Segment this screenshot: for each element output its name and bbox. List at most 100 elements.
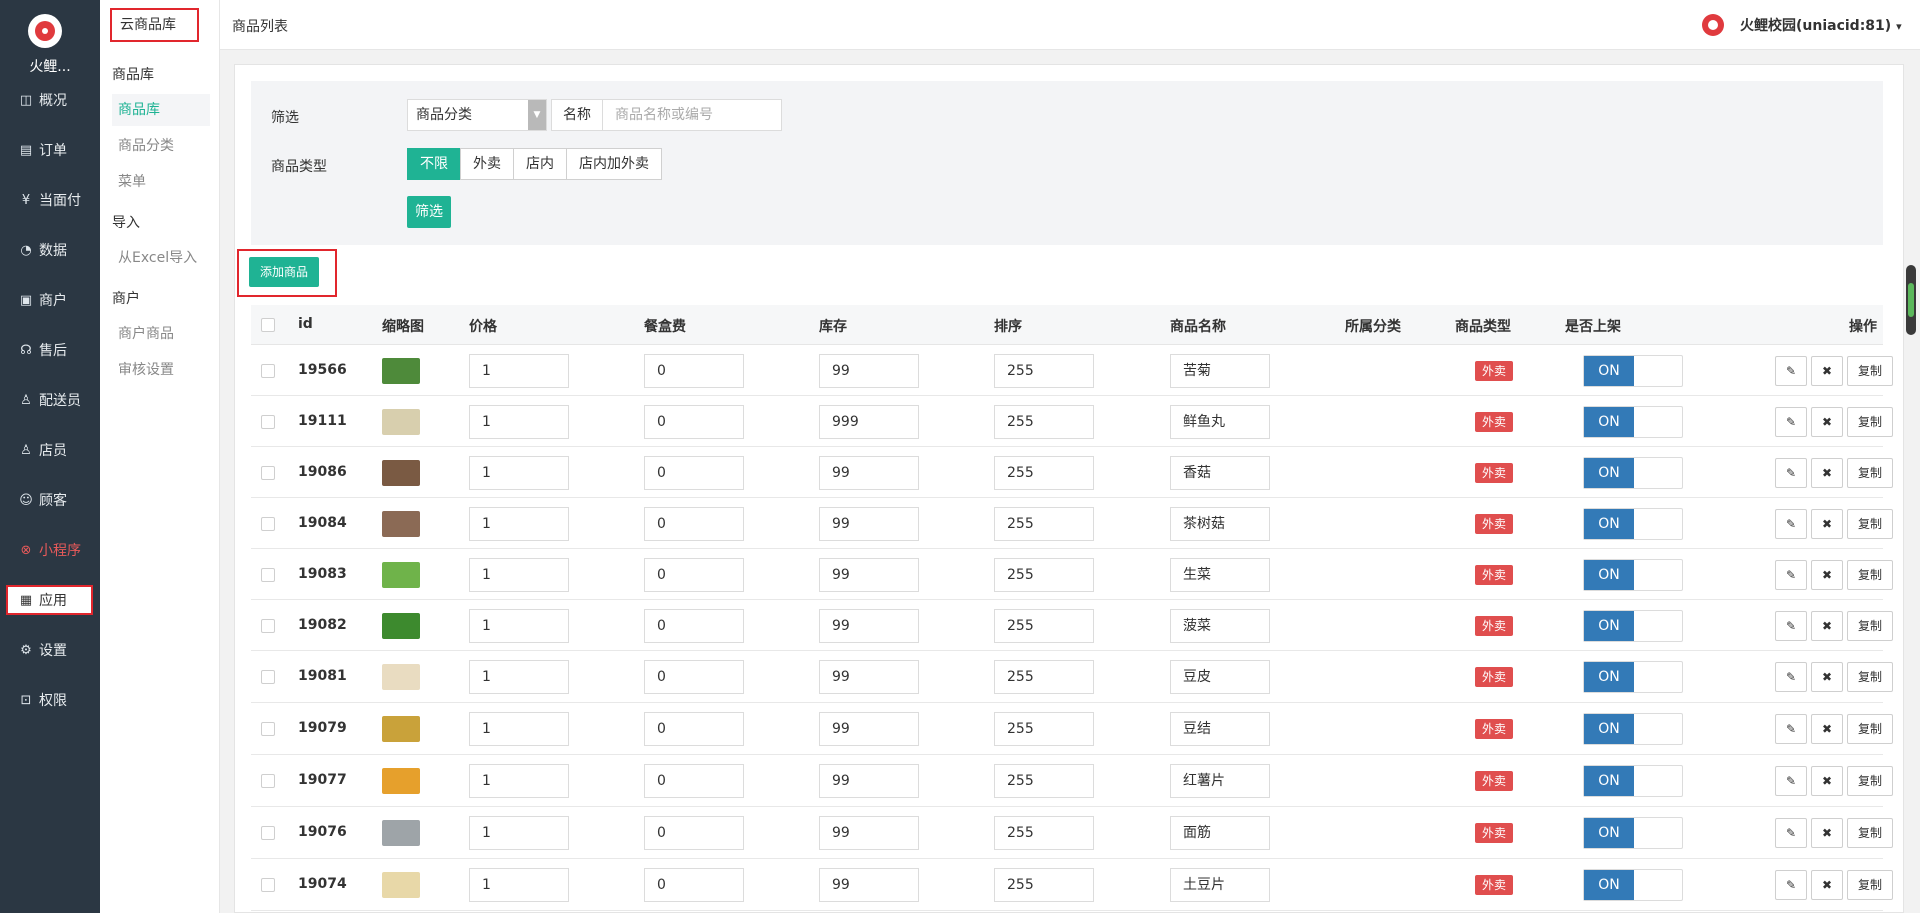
row-checkbox[interactable] [261,364,275,378]
goods-name-input[interactable]: 豆结 [1170,712,1270,746]
edit-icon[interactable]: ✎ [1775,509,1807,539]
stock-input[interactable]: 99 [819,558,919,592]
submenu-item-menu[interactable]: 菜单 [112,166,210,198]
on-shelf-toggle[interactable]: ON [1583,559,1683,591]
sidebar-item-customer[interactable]: ☺ 顾客 [0,485,100,515]
account-switcher[interactable]: 火鲤校园(uniacid:81) ▾ [1740,15,1902,35]
copy-button[interactable]: 复制 [1847,714,1893,744]
stock-input[interactable]: 99 [819,354,919,388]
row-checkbox[interactable] [261,517,275,531]
copy-button[interactable]: 复制 [1847,407,1893,437]
on-shelf-toggle[interactable]: ON [1583,817,1683,849]
sort-input[interactable]: 255 [994,558,1094,592]
sort-input[interactable]: 255 [994,816,1094,850]
sidebar-item-gear[interactable]: ⚙ 设置 [0,635,100,665]
stock-input[interactable]: 999 [819,405,919,439]
delete-icon[interactable]: ✖ [1811,611,1843,641]
delete-icon[interactable]: ✖ [1811,870,1843,900]
edit-icon[interactable]: ✎ [1775,458,1807,488]
sort-input[interactable]: 255 [994,456,1094,490]
box-fee-input[interactable]: 0 [644,868,744,902]
row-checkbox[interactable] [261,878,275,892]
goods-name-input[interactable]: 香菇 [1170,456,1270,490]
name-search-input[interactable]: 商品名称或编号 [602,99,782,131]
sidebar-item-chart[interactable]: ◔ 数据 [0,235,100,265]
on-shelf-toggle[interactable]: ON [1583,457,1683,489]
delete-icon[interactable]: ✖ [1811,662,1843,692]
edit-icon[interactable]: ✎ [1775,714,1807,744]
edit-icon[interactable]: ✎ [1775,662,1807,692]
submenu-item-merchant-goods[interactable]: 商户商品 [112,318,210,350]
sidebar-item-courier[interactable]: ♙ 配送员 [0,385,100,415]
box-fee-input[interactable]: 0 [644,764,744,798]
price-input[interactable]: 1 [469,507,569,541]
on-shelf-toggle[interactable]: ON [1583,406,1683,438]
type-option-dine-in[interactable]: 店内 [513,148,567,180]
sort-input[interactable]: 255 [994,712,1094,746]
sort-input[interactable]: 255 [994,507,1094,541]
edit-icon[interactable]: ✎ [1775,766,1807,796]
on-shelf-toggle[interactable]: ON [1583,661,1683,693]
stock-input[interactable]: 99 [819,712,919,746]
sidebar-item-apps[interactable]: ▦ 应用 [6,585,93,615]
cloud-goods-library-link[interactable]: 云商品库 [110,8,199,42]
edit-icon[interactable]: ✎ [1775,356,1807,386]
type-option-takeout[interactable]: 外卖 [460,148,514,180]
price-input[interactable]: 1 [469,558,569,592]
on-shelf-toggle[interactable]: ON [1583,713,1683,745]
row-checkbox[interactable] [261,466,275,480]
filter-submit-button[interactable]: 筛选 [407,196,451,228]
sort-input[interactable]: 255 [994,868,1094,902]
copy-button[interactable]: 复制 [1847,356,1893,386]
stock-input[interactable]: 99 [819,456,919,490]
stock-input[interactable]: 99 [819,660,919,694]
delete-icon[interactable]: ✖ [1811,560,1843,590]
sort-input[interactable]: 255 [994,660,1094,694]
edit-icon[interactable]: ✎ [1775,818,1807,848]
box-fee-input[interactable]: 0 [644,354,744,388]
goods-name-input[interactable]: 豆皮 [1170,660,1270,694]
delete-icon[interactable]: ✖ [1811,714,1843,744]
copy-button[interactable]: 复制 [1847,870,1893,900]
on-shelf-toggle[interactable]: ON [1583,869,1683,901]
sort-input[interactable]: 255 [994,405,1094,439]
on-shelf-toggle[interactable]: ON [1583,765,1683,797]
row-checkbox[interactable] [261,568,275,582]
goods-name-input[interactable]: 土豆片 [1170,868,1270,902]
box-fee-input[interactable]: 0 [644,405,744,439]
box-fee-input[interactable]: 0 [644,712,744,746]
type-option-both[interactable]: 店内加外卖 [566,148,662,180]
on-shelf-toggle[interactable]: ON [1583,508,1683,540]
delete-icon[interactable]: ✖ [1811,407,1843,437]
submenu-item-goods-category[interactable]: 商品分类 [112,130,210,162]
submenu-item-audit-settings[interactable]: 审核设置 [112,354,210,386]
row-checkbox[interactable] [261,722,275,736]
row-checkbox[interactable] [261,415,275,429]
copy-button[interactable]: 复制 [1847,560,1893,590]
price-input[interactable]: 1 [469,712,569,746]
copy-button[interactable]: 复制 [1847,611,1893,641]
edit-icon[interactable]: ✎ [1775,560,1807,590]
stock-input[interactable]: 99 [819,816,919,850]
box-fee-input[interactable]: 0 [644,507,744,541]
copy-button[interactable]: 复制 [1847,458,1893,488]
add-goods-button[interactable]: 添加商品 [249,257,319,287]
price-input[interactable]: 1 [469,405,569,439]
edit-icon[interactable]: ✎ [1775,870,1807,900]
copy-button[interactable]: 复制 [1847,818,1893,848]
sidebar-item-headset[interactable]: ☊ 售后 [0,335,100,365]
stock-input[interactable]: 99 [819,764,919,798]
stock-input[interactable]: 99 [819,507,919,541]
on-shelf-toggle[interactable]: ON [1583,355,1683,387]
delete-icon[interactable]: ✖ [1811,766,1843,796]
select-all-checkbox[interactable] [261,318,275,332]
delete-icon[interactable]: ✖ [1811,509,1843,539]
copy-button[interactable]: 复制 [1847,766,1893,796]
row-checkbox[interactable] [261,774,275,788]
sidebar-item-dashboard[interactable]: ◫ 概况 [0,85,100,115]
goods-name-input[interactable]: 红薯片 [1170,764,1270,798]
row-checkbox[interactable] [261,670,275,684]
sidebar-item-yen[interactable]: ¥ 当面付 [0,185,100,215]
price-input[interactable]: 1 [469,354,569,388]
sidebar-item-lock[interactable]: ⊡ 权限 [0,685,100,715]
